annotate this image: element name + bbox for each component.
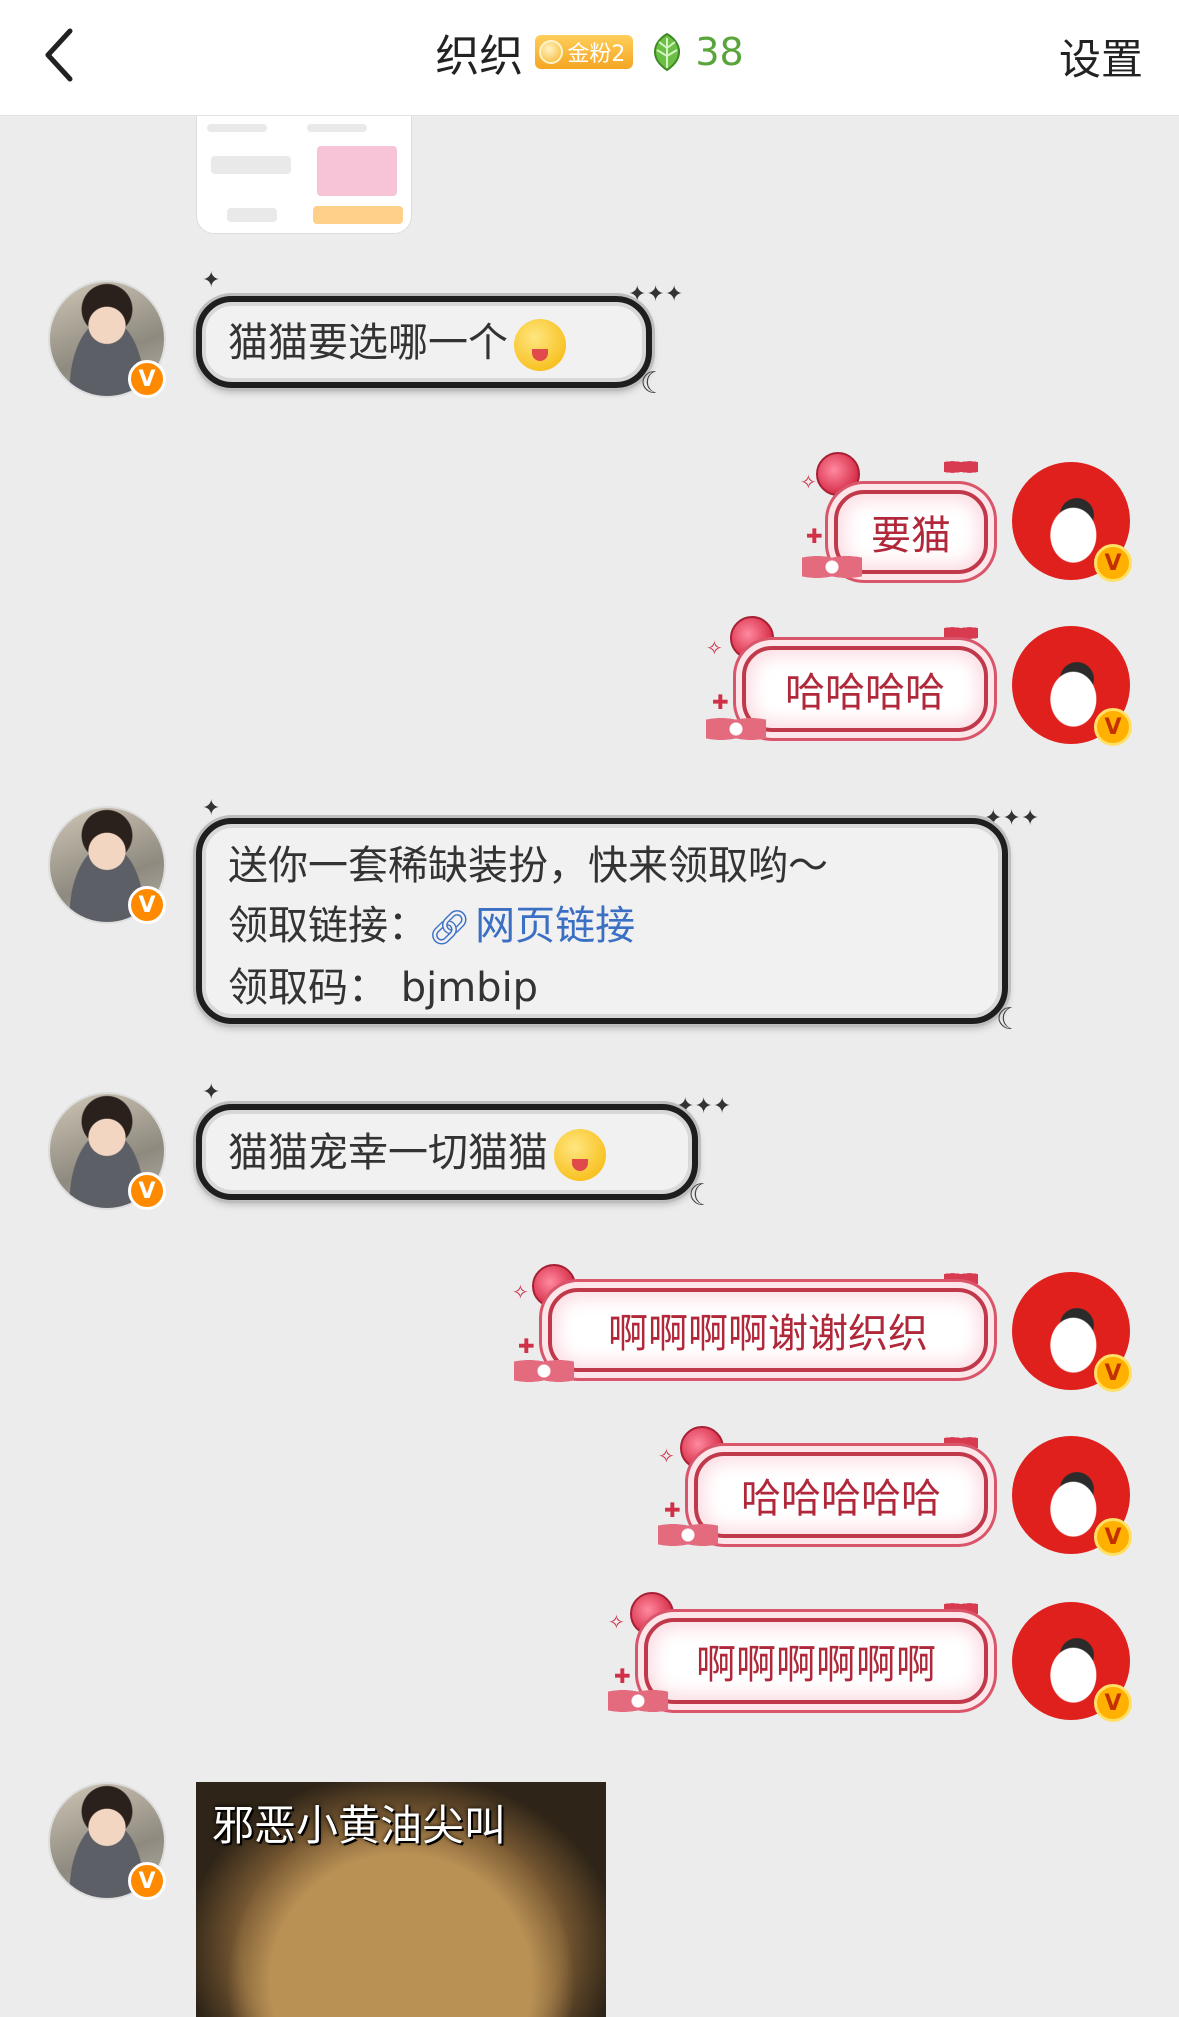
avatar[interactable]: V — [1012, 626, 1132, 746]
sparkle-icon: ✧ — [658, 1444, 675, 1468]
message-bubble[interactable]: 啊啊啊啊谢谢织织 — [548, 1288, 988, 1372]
verified-badge: V — [128, 1862, 166, 1900]
verified-badge: V — [128, 1172, 166, 1210]
bow-icon — [658, 1518, 718, 1552]
message-text: 要猫 — [871, 513, 951, 559]
butterfly-icon: ✦ — [202, 1080, 221, 1105]
verified-badge: V — [128, 360, 166, 398]
plus-icon: ✚ — [806, 524, 823, 548]
bow-icon — [514, 1354, 574, 1388]
avatar[interactable]: V — [1012, 1436, 1132, 1556]
intimacy-indicator[interactable]: 38 — [645, 30, 744, 74]
bow-icon — [802, 550, 862, 584]
bow-icon — [944, 1434, 978, 1452]
message-bubble[interactable]: 猫猫要选哪一个 — [196, 296, 652, 388]
settings-button[interactable]: 设置 — [1059, 26, 1143, 87]
avatar[interactable]: V — [1012, 462, 1132, 582]
message-text: 啊啊啊啊啊啊 — [696, 1642, 936, 1688]
message-bubble[interactable]: 哈哈哈哈 — [742, 646, 988, 732]
link-icon[interactable]: 🔗︎ — [428, 908, 471, 948]
verified-badge: V — [1094, 544, 1132, 582]
image-caption: 邪恶小黄油尖叫 — [212, 1801, 507, 1850]
message-line: 领取链接：🔗︎ 网页链接 — [228, 896, 976, 958]
verified-badge: V — [1094, 708, 1132, 746]
message-bubble[interactable]: 猫猫宠幸一切猫猫 — [196, 1104, 698, 1200]
bow-icon — [944, 1600, 978, 1618]
gem-icon — [539, 40, 564, 64]
bow-icon — [608, 1684, 668, 1718]
verified-badge: V — [1094, 1354, 1132, 1392]
avatar[interactable]: V — [48, 1092, 166, 1210]
avatar[interactable]: V — [1012, 1602, 1132, 1722]
message-line: 领取码： bjmbip — [228, 965, 539, 1011]
verified-badge: V — [128, 886, 166, 924]
message-bubble[interactable]: 送你一套稀缺装扮，快来领取哟～ 领取链接：🔗︎ 网页链接 领取码： bjmbip — [196, 818, 1008, 1024]
silly-face-emoji-icon — [554, 1129, 606, 1181]
message-bubble[interactable]: 啊啊啊啊啊啊 — [644, 1618, 988, 1704]
link-label: 领取链接： — [228, 903, 428, 949]
leaf-icon — [654, 32, 681, 72]
image-message[interactable]: 邪恶小黄油尖叫 — [196, 1782, 606, 2017]
title-area: 织织 金粉2 38 — [0, 22, 1179, 82]
fan-level-badge[interactable]: 金粉2 — [535, 35, 634, 69]
butterfly-icon: ✦ — [202, 796, 221, 821]
message-text: 啊啊啊啊谢谢织织 — [608, 1311, 928, 1357]
verified-badge: V — [1094, 1684, 1132, 1722]
message-text: 哈哈哈哈哈 — [741, 1476, 941, 1522]
web-link[interactable]: 网页链接 — [475, 903, 635, 949]
avatar[interactable]: V — [48, 280, 166, 398]
bow-icon — [944, 458, 978, 476]
chat-header: 织织 金粉2 38 设置 — [0, 0, 1179, 116]
sparkle-icon: ✧ — [608, 1610, 625, 1634]
avatar[interactable]: V — [48, 1782, 166, 1900]
moon-icon: ☾ — [640, 366, 667, 401]
moon-icon: ☾ — [688, 1178, 715, 1213]
bow-icon — [944, 624, 978, 642]
rose-icon — [816, 452, 860, 496]
sparkle-icon: ✧ — [512, 1280, 529, 1304]
avatar[interactable]: V — [48, 806, 166, 924]
sparkle-icon: ✧ — [706, 636, 723, 660]
bow-icon — [706, 712, 766, 746]
tongue-emoji-icon — [514, 319, 566, 371]
message-line: 送你一套稀缺装扮，快来领取哟～ — [228, 843, 828, 889]
plus-icon: ✚ — [712, 690, 729, 714]
bow-icon — [944, 1270, 978, 1288]
message-text: 猫猫宠幸一切猫猫 — [228, 1130, 548, 1176]
shared-image-preview[interactable] — [196, 116, 412, 234]
chat-title: 织织 — [435, 31, 524, 82]
moon-icon: ☾ — [996, 1002, 1023, 1037]
message-bubble[interactable]: 哈哈哈哈哈 — [694, 1452, 988, 1538]
message-text: 猫猫要选哪一个 — [228, 320, 508, 366]
sparkle-icon: ✧ — [800, 470, 817, 494]
avatar[interactable]: V — [1012, 1272, 1132, 1392]
fan-level-label: 金粉2 — [567, 42, 626, 67]
verified-badge: V — [1094, 1518, 1132, 1556]
butterfly-icon: ✦ — [202, 268, 221, 293]
leaf-count: 38 — [695, 30, 744, 74]
message-text: 哈哈哈哈 — [785, 670, 945, 716]
